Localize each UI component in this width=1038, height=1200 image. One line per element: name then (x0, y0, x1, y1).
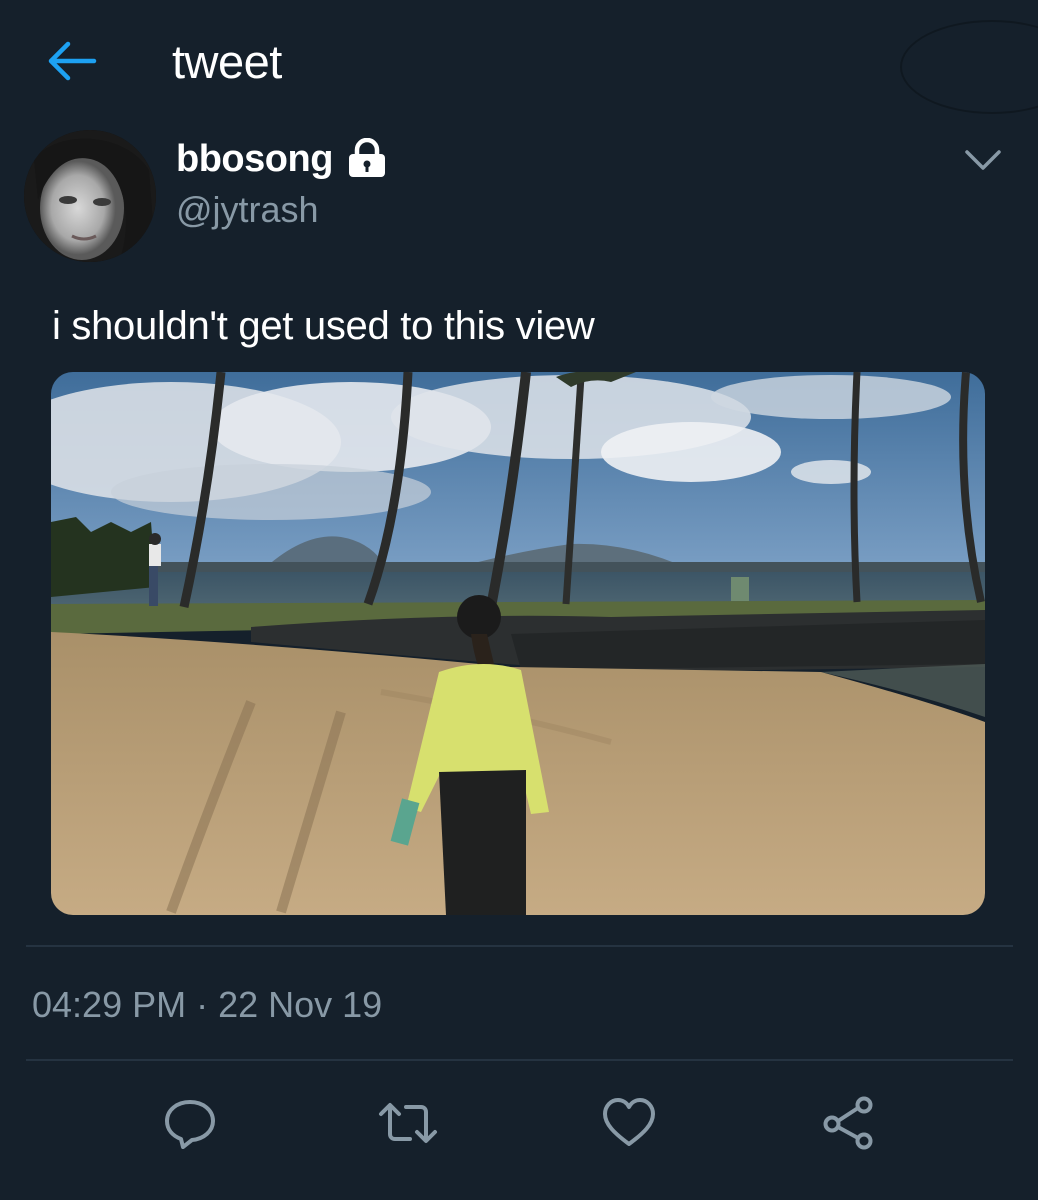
tweet-text: i shouldn't get used to this view (52, 304, 595, 348)
beach-photo-image (51, 372, 985, 915)
retweet-button[interactable] (378, 1094, 437, 1152)
more-options-button[interactable] (962, 142, 1004, 178)
heart-icon (603, 1098, 655, 1146)
tweet-media-photo[interactable] (51, 372, 985, 915)
share-button[interactable] (820, 1094, 878, 1152)
display-name[interactable]: bbosong (176, 136, 333, 182)
user-handle[interactable]: @jytrash (176, 188, 319, 232)
like-button[interactable] (600, 1094, 658, 1152)
page-title: tweet (172, 35, 282, 88)
share-icon (823, 1096, 873, 1150)
reply-icon (165, 1100, 215, 1149)
arrow-left-icon (48, 41, 97, 81)
retweet-icon (379, 1103, 437, 1143)
divider-bottom (26, 1059, 1013, 1061)
top-bar: tweet (0, 0, 1038, 125)
reply-button[interactable] (161, 1094, 219, 1152)
avatar-image (24, 130, 156, 262)
divider-top (26, 945, 1013, 947)
avatar[interactable] (24, 130, 156, 262)
back-button[interactable] (44, 38, 98, 84)
screen-smudge (900, 20, 1038, 114)
chevron-down-icon (965, 150, 1001, 170)
lock-icon (346, 137, 388, 178)
tweet-timestamp[interactable]: 04:29 PM · 22 Nov 19 (32, 982, 382, 1028)
